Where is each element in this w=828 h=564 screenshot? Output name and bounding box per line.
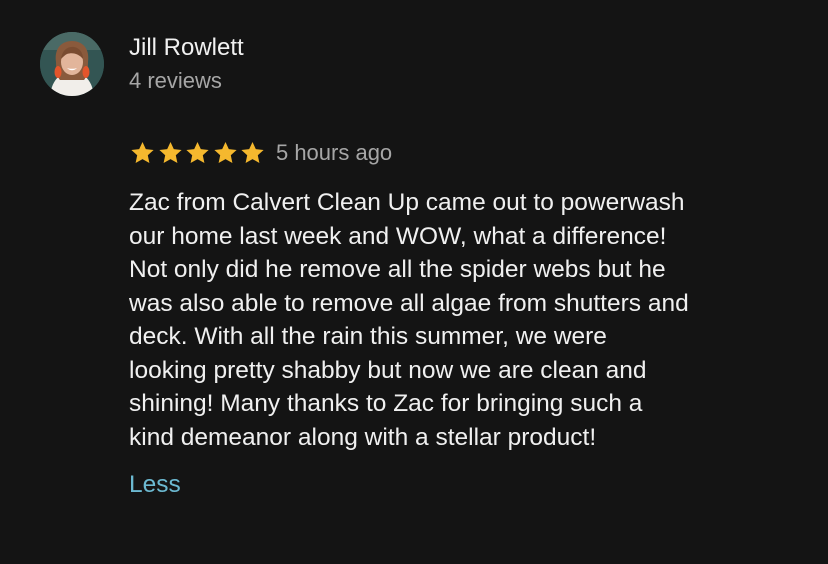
review-text-line: kind demeanor along with a stellar produ…: [129, 423, 597, 451]
star-filled-icon: [186, 141, 209, 163]
reviewer-name[interactable]: Jill Rowlett: [129, 32, 244, 64]
star-filled-icon: [131, 141, 154, 163]
review-text-line: was also able to remove all algae from s…: [129, 289, 689, 317]
review-timestamp: 5 hours ago: [275, 140, 393, 165]
reviewer-review-count: 4 reviews: [129, 68, 222, 93]
avatar-photo-icon: [40, 32, 104, 96]
review-text-line: Zac from Calvert Clean Up came out to po…: [129, 189, 685, 216]
less-link[interactable]: Less: [129, 468, 181, 502]
rating-row: 5 hours ago: [129, 137, 392, 169]
review-text: Zac from Calvert Clean Up came out to po…: [129, 186, 799, 454]
star-rating: [129, 140, 267, 166]
review-text-line: looking pretty shabby but now we are cle…: [129, 356, 647, 384]
star-filled-icon: [214, 141, 237, 163]
star-filled-icon: [241, 141, 264, 163]
star-filled-icon: [158, 141, 182, 163]
avatar[interactable]: [40, 32, 104, 96]
review-text-line: deck. With all the rain this summer, we …: [129, 323, 607, 350]
review-text-line: our home last week and WOW, what a diffe…: [129, 222, 667, 250]
review-text-line: shining! Many thanks to Zac for bringing…: [129, 390, 643, 417]
review-text-line: Not only did he remove all the spider we…: [129, 256, 666, 283]
review-card: Jill Rowlett 4 reviews 5 hours ago Zac f…: [0, 0, 828, 564]
